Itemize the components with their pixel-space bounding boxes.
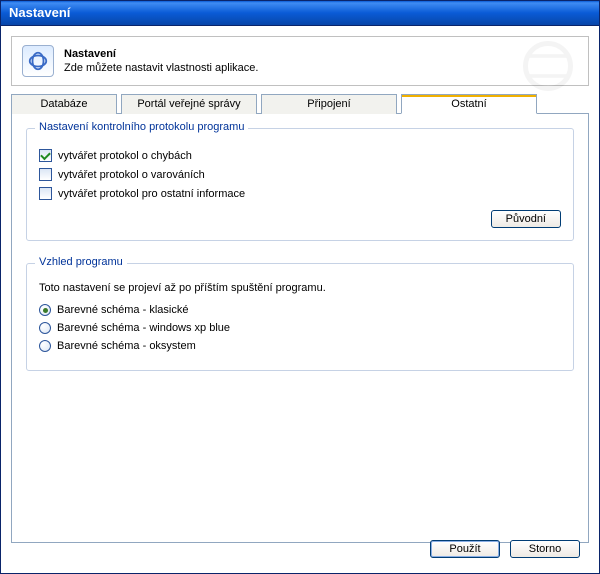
- radio-classic[interactable]: Barevné schéma - klasické: [39, 304, 561, 316]
- apply-button[interactable]: Použít: [430, 540, 500, 558]
- radio-label: Barevné schéma - oksystem: [57, 340, 196, 352]
- checkbox-icon: [39, 168, 52, 181]
- window-content: Nastavení Zde můžete nastavit vlastnosti…: [0, 26, 600, 574]
- checkbox-label: vytvářet protokol o chybách: [58, 150, 192, 162]
- header-title: Nastavení: [64, 48, 258, 60]
- look-note: Toto nastavení se projeví až po příštím …: [39, 282, 561, 294]
- tab-connection[interactable]: Připojení: [261, 94, 397, 114]
- radio-label: Barevné schéma - windows xp blue: [57, 322, 230, 334]
- group-look-legend: Vzhled programu: [35, 256, 127, 268]
- header-text: Nastavení Zde můžete nastavit vlastnosti…: [64, 48, 258, 74]
- tab-panel-other: Nastavení kontrolního protokolu programu…: [11, 113, 589, 543]
- radio-icon: [39, 322, 51, 334]
- radio-label: Barevné schéma - klasické: [57, 304, 188, 316]
- tab-other[interactable]: Ostatní: [401, 94, 537, 114]
- tab-portal[interactable]: Portál veřejné správy: [121, 94, 257, 114]
- default-button[interactable]: Původní: [491, 210, 561, 228]
- checkbox-label: vytvářet protokol o varováních: [58, 169, 205, 181]
- checkbox-label: vytvářet protokol pro ostatní informace: [58, 188, 245, 200]
- header-subtitle: Zde můžete nastavit vlastnosti aplikace.: [64, 62, 258, 74]
- header-panel: Nastavení Zde můžete nastavit vlastnosti…: [11, 36, 589, 86]
- window-titlebar: Nastavení: [0, 0, 600, 26]
- cancel-button[interactable]: Storno: [510, 540, 580, 558]
- radio-oksystem[interactable]: Barevné schéma - oksystem: [39, 340, 561, 352]
- radio-icon: [39, 340, 51, 352]
- settings-icon: [22, 45, 54, 77]
- radio-xpblue[interactable]: Barevné schéma - windows xp blue: [39, 322, 561, 334]
- checkbox-errors[interactable]: vytvářet protokol o chybách: [39, 149, 561, 162]
- tab-strip: Databáze Portál veřejné správy Připojení…: [11, 94, 589, 114]
- tab-database[interactable]: Databáze: [11, 94, 117, 114]
- radio-icon: [39, 304, 51, 316]
- group-protocol-legend: Nastavení kontrolního protokolu programu: [35, 121, 248, 133]
- checkbox-icon: [39, 149, 52, 162]
- checkbox-warnings[interactable]: vytvářet protokol o varováních: [39, 168, 561, 181]
- checkbox-info[interactable]: vytvářet protokol pro ostatní informace: [39, 187, 561, 200]
- checkbox-icon: [39, 187, 52, 200]
- footer-buttons: Použít Storno: [430, 540, 580, 558]
- group-protocol: Nastavení kontrolního protokolu programu…: [26, 128, 574, 241]
- group-look: Vzhled programu Toto nastavení se projev…: [26, 263, 574, 371]
- window-title: Nastavení: [9, 5, 70, 20]
